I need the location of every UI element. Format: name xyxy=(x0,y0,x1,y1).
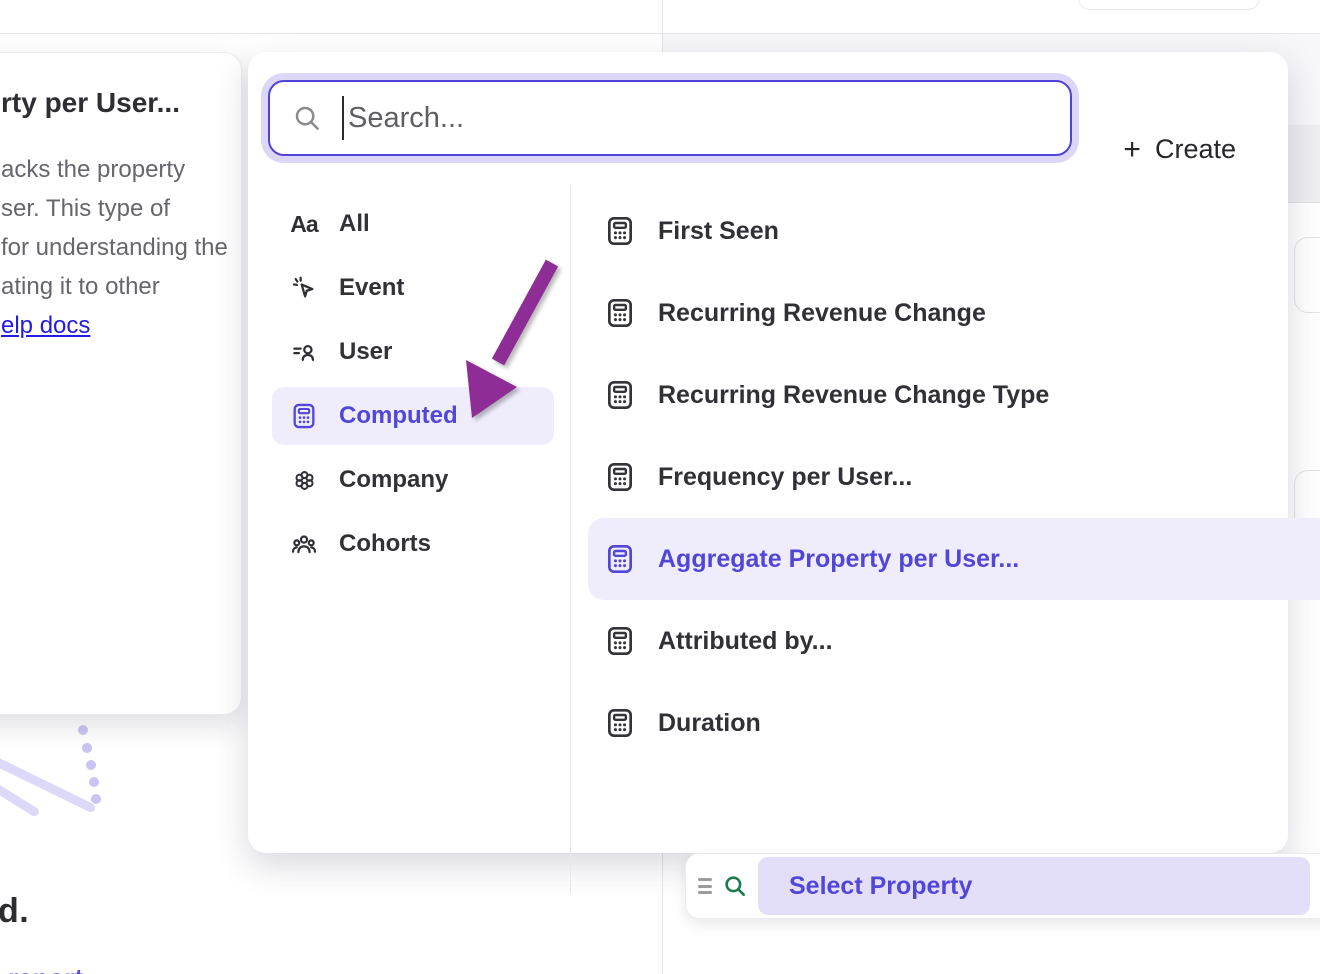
property-item-aggregate-property-per-user[interactable]: Aggregate Property per User... xyxy=(588,518,1320,600)
decorative-dot xyxy=(86,760,96,770)
tooltip-line: ser. This type of xyxy=(1,189,236,228)
sidebar-item-label: All xyxy=(339,210,370,238)
sidebar-item-all[interactable]: Aa All xyxy=(272,195,554,253)
tooltip-line: for understanding the xyxy=(1,228,236,267)
sidebar-item-label: Event xyxy=(339,274,404,302)
calculator-icon xyxy=(604,707,636,739)
partial-heading-text: d. xyxy=(0,892,29,931)
sidebar-item-user[interactable]: User xyxy=(272,323,554,381)
modal-column-divider xyxy=(570,185,571,893)
property-item-label: Duration xyxy=(658,709,1320,738)
property-item-label: Recurring Revenue Change Type xyxy=(658,381,1320,410)
partial-link-clip: report xyxy=(8,963,98,974)
plus-icon: + xyxy=(1123,135,1141,165)
event-click-icon xyxy=(290,274,318,302)
tooltip-line: acks the property xyxy=(1,150,236,189)
search-input[interactable] xyxy=(348,102,1048,135)
sidebar-item-label: User xyxy=(339,338,392,366)
decorative-dot xyxy=(82,743,92,753)
select-property-card: Select Property xyxy=(685,853,1320,919)
property-item-attributed-by[interactable]: Attributed by... xyxy=(588,600,1320,682)
tooltip-title: rty per User... xyxy=(1,87,236,119)
decorative-dot xyxy=(89,777,99,787)
property-help-tooltip: rty per User... acks the property ser. T… xyxy=(0,52,242,715)
tooltip-body: acks the property ser. This type of for … xyxy=(1,150,236,345)
decorative-dot xyxy=(78,725,88,735)
property-item-label: First Seen xyxy=(658,217,1320,246)
calculator-icon xyxy=(290,402,318,430)
select-property-button[interactable]: Select Property xyxy=(758,857,1310,915)
text-aa-icon: Aa xyxy=(290,210,318,238)
property-item-label: Aggregate Property per User... xyxy=(658,545,1320,574)
background-topright-control xyxy=(1078,0,1260,10)
property-selector-modal: + Create Aa All Event User xyxy=(248,52,1288,853)
decorative-dot xyxy=(91,794,101,804)
text-caret xyxy=(342,96,344,140)
property-item-recurring-revenue-change[interactable]: Recurring Revenue Change xyxy=(588,272,1320,354)
property-item-label: Attributed by... xyxy=(658,627,1320,656)
user-icon xyxy=(290,338,318,366)
sidebar-item-cohorts[interactable]: Cohorts xyxy=(272,515,554,573)
calculator-icon xyxy=(604,625,636,657)
property-item-frequency-per-user[interactable]: Frequency per User... xyxy=(588,436,1320,518)
sidebar-item-label: Company xyxy=(339,466,448,494)
property-item-first-seen[interactable]: First Seen xyxy=(588,190,1320,272)
sidebar-item-label: Computed xyxy=(339,402,458,430)
search-icon xyxy=(292,103,322,133)
cohorts-icon xyxy=(290,530,318,558)
sidebar-item-event[interactable]: Event xyxy=(272,259,554,317)
calculator-icon xyxy=(604,379,636,411)
property-item-label: Frequency per User... xyxy=(658,463,1320,492)
create-button-label: Create xyxy=(1155,134,1236,165)
help-docs-link[interactable]: elp docs xyxy=(1,306,90,345)
decorative-line xyxy=(0,783,40,818)
property-item-label: Recurring Revenue Change xyxy=(658,299,1320,328)
sidebar-item-company[interactable]: Company xyxy=(272,451,554,509)
create-button[interactable]: + Create xyxy=(1123,134,1236,165)
drag-handle-icon[interactable] xyxy=(698,875,714,897)
search-field[interactable] xyxy=(268,80,1072,156)
sidebar-item-label: Cohorts xyxy=(339,530,431,558)
calculator-icon xyxy=(604,215,636,247)
property-item-duration[interactable]: Duration xyxy=(588,682,1320,764)
select-property-label: Select Property xyxy=(789,872,972,901)
calculator-icon xyxy=(604,297,636,329)
calculator-icon xyxy=(604,543,636,575)
partial-link-text[interactable]: report xyxy=(8,963,83,974)
calculator-icon xyxy=(604,461,636,493)
sidebar-item-computed[interactable]: Computed xyxy=(272,387,554,445)
company-icon xyxy=(290,466,318,494)
property-item-recurring-revenue-change-type[interactable]: Recurring Revenue Change Type xyxy=(588,354,1320,436)
tooltip-line: ating it to other xyxy=(1,267,236,306)
green-search-icon xyxy=(722,873,748,899)
